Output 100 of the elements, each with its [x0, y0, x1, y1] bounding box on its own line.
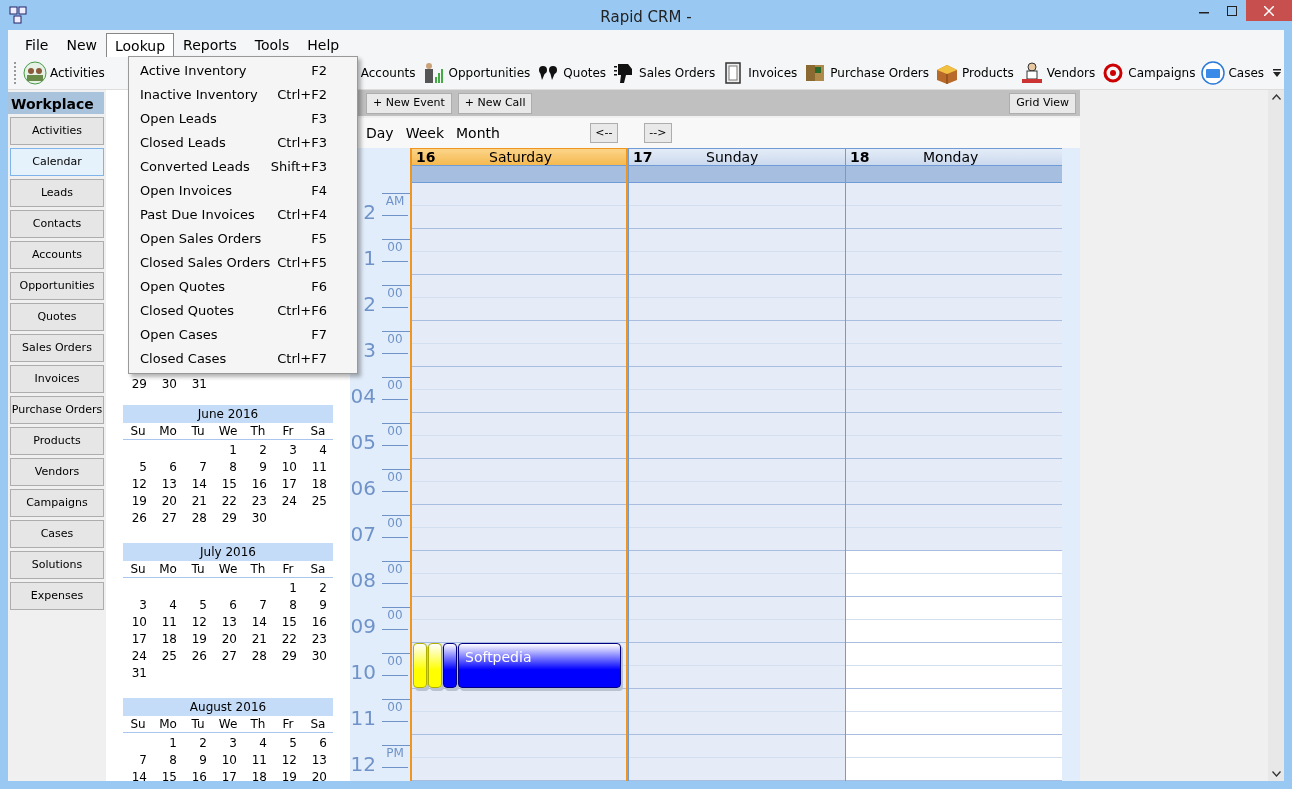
sidebar-button[interactable]: Cases	[10, 520, 104, 548]
menu-item[interactable]: Closed Sales Orders	[140, 253, 271, 273]
calendar-day[interactable]: 8	[153, 752, 183, 769]
calendar-day[interactable]: 14	[123, 769, 153, 781]
toolbar-button[interactable]: + New Event	[366, 92, 452, 114]
toolbar-button[interactable]: Campaigns	[1128, 64, 1196, 82]
calendar-day[interactable]: 31	[123, 665, 153, 682]
calendar-day[interactable]: 3	[123, 597, 153, 614]
calendar-day[interactable]: 7	[123, 752, 153, 769]
calendar-day[interactable]: 22	[213, 493, 243, 510]
calendar-day[interactable]: 20	[303, 769, 333, 781]
calendar-day[interactable]: 1	[153, 735, 183, 752]
calendar-day[interactable]: 11	[153, 614, 183, 631]
time-slot[interactable]	[846, 183, 1062, 229]
time-slot[interactable]	[412, 183, 626, 229]
time-slot[interactable]	[629, 321, 845, 367]
calendar-day[interactable]: 26	[183, 648, 213, 665]
time-slot[interactable]	[846, 643, 1062, 689]
sidebar-button[interactable]: Invoices	[10, 365, 104, 393]
menu-item[interactable]: Open Cases	[140, 325, 218, 345]
menu-item[interactable]: Closed Cases	[140, 349, 227, 369]
previous-button[interactable]: <--	[589, 123, 618, 143]
calendar-day[interactable]: 15	[273, 614, 303, 631]
calendar-day[interactable]: 1	[213, 442, 243, 459]
view-tab[interactable]: Week	[405, 122, 444, 144]
time-slot[interactable]	[412, 275, 626, 321]
calendar-day[interactable]: 29	[123, 376, 153, 393]
time-slot[interactable]	[412, 551, 626, 597]
menu-item[interactable]: Open Quotes	[140, 277, 226, 297]
time-slot[interactable]	[846, 597, 1062, 643]
next-button[interactable]: -->	[643, 123, 672, 143]
calendar-day[interactable]: 15	[153, 769, 183, 781]
calendar-day[interactable]: 6	[303, 735, 333, 752]
calendar-day[interactable]: 20	[153, 493, 183, 510]
calendar-day[interactable]: 16	[183, 769, 213, 781]
time-slot[interactable]	[412, 735, 626, 781]
sidebar-button[interactable]: Solutions	[10, 551, 104, 579]
calendar-day[interactable]: 9	[243, 459, 273, 476]
calendar-day[interactable]: 8	[273, 597, 303, 614]
scroll-down-icon[interactable]	[1271, 771, 1281, 777]
time-slot[interactable]	[629, 183, 845, 229]
calendar-day[interactable]: 2	[183, 735, 213, 752]
calendar-day[interactable]: 5	[183, 597, 213, 614]
time-slot[interactable]	[629, 643, 845, 689]
sidebar-button[interactable]: Vendors	[10, 458, 104, 486]
sidebar-button[interactable]: Purchase Orders	[10, 396, 104, 424]
menu-item[interactable]: Open Sales Orders	[140, 229, 262, 249]
calendar-day[interactable]: 11	[303, 459, 333, 476]
calendar-day[interactable]: 16	[243, 476, 273, 493]
time-slot[interactable]	[412, 367, 626, 413]
view-tab[interactable]: Month	[456, 122, 500, 144]
calendar-day[interactable]: 3	[213, 735, 243, 752]
menu-item[interactable]: Closed Quotes	[140, 301, 235, 321]
time-slot[interactable]	[412, 459, 626, 505]
toolbar-button[interactable]: Activities	[50, 64, 105, 82]
toolbar-button[interactable]: Cases	[1228, 64, 1265, 82]
calendar-day[interactable]: 30	[303, 648, 333, 665]
calendar-day[interactable]: 7	[243, 597, 273, 614]
calendar-day[interactable]: 12	[123, 476, 153, 493]
menu-item[interactable]: Reports	[174, 33, 246, 57]
menu-item[interactable]: Open Invoices	[140, 181, 233, 201]
calendar-day[interactable]: 1	[273, 580, 303, 597]
calendar-day[interactable]: 25	[303, 493, 333, 510]
sidebar-button[interactable]: Products	[10, 427, 104, 455]
calendar-day[interactable]: 12	[183, 614, 213, 631]
calendar-day[interactable]: 9	[303, 597, 333, 614]
calendar-day[interactable]: 5	[273, 735, 303, 752]
calendar-day[interactable]: 29	[213, 510, 243, 527]
view-tab[interactable]: Day	[366, 122, 394, 144]
time-slot[interactable]	[629, 229, 845, 275]
menu-item[interactable]: Help	[298, 33, 349, 57]
calendar-day[interactable]: 9	[183, 752, 213, 769]
calendar-day[interactable]: 16	[303, 614, 333, 631]
time-slot[interactable]	[412, 505, 626, 551]
sidebar-button[interactable]: Leads	[10, 179, 104, 207]
calendar-day[interactable]: 2	[303, 580, 333, 597]
time-slot[interactable]	[412, 229, 626, 275]
calendar-day[interactable]: 21	[183, 493, 213, 510]
menu-item[interactable]: Converted Leads	[140, 157, 250, 177]
time-slot[interactable]	[629, 689, 845, 735]
time-slot[interactable]	[846, 321, 1062, 367]
time-slot[interactable]	[412, 413, 626, 459]
calendar-day[interactable]: 13	[303, 752, 333, 769]
maximize-icon[interactable]	[1227, 5, 1237, 16]
menu-item[interactable]: Active Inventory	[140, 61, 247, 81]
calendar-day[interactable]: 14	[183, 476, 213, 493]
calendar-day[interactable]: 10	[273, 459, 303, 476]
calendar-day[interactable]: 30	[153, 376, 183, 393]
calendar-day[interactable]: 22	[273, 631, 303, 648]
time-slot[interactable]	[412, 321, 626, 367]
scroll-up-icon[interactable]	[1271, 94, 1281, 100]
all-day-area[interactable]	[846, 165, 1062, 183]
calendar-day[interactable]: 29	[273, 648, 303, 665]
day-header[interactable]: 16 Saturday	[412, 148, 626, 165]
sidebar-button[interactable]: Accounts	[10, 241, 104, 269]
calendar-day[interactable]: 13	[213, 614, 243, 631]
calendar-day[interactable]: 18	[303, 476, 333, 493]
time-slot[interactable]	[629, 275, 845, 321]
toolbar-button[interactable]: Purchase Orders	[830, 64, 929, 82]
calendar-day[interactable]: 4	[243, 735, 273, 752]
